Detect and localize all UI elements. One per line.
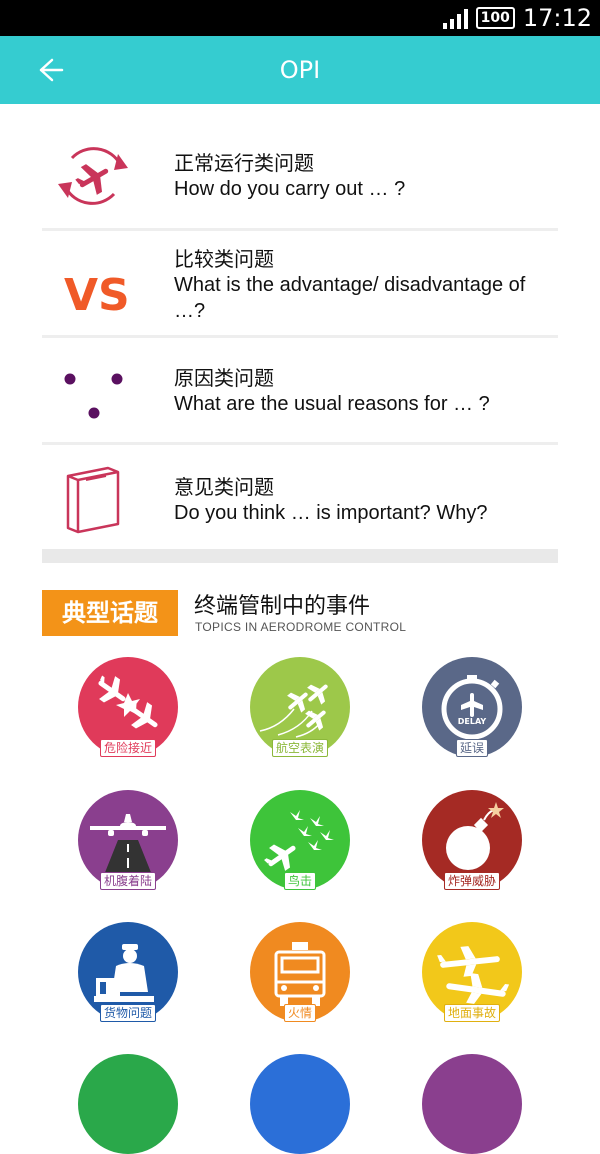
question-text: 比较类问题 What is the advantage/ disadvantag… [174, 246, 558, 324]
svg-text:VS: VS [64, 270, 130, 321]
topic-circle [78, 1054, 178, 1154]
page-title: OPI [279, 56, 321, 84]
question-title-en: How do you carry out … ? [174, 178, 406, 200]
topic-label: 机腹着陆 [99, 872, 157, 890]
topic-label: 鸟击 [283, 872, 317, 890]
question-text: 原因类问题 What are the usual reasons for … ? [174, 365, 558, 417]
topic-next-row-3[interactable] [422, 1054, 522, 1154]
question-title-cn: 意见类问题 [174, 475, 274, 499]
topic-label: 货物问题 [99, 1004, 157, 1022]
question-item-normal-operation[interactable]: 正常运行类问题 How do you carry out … ? [42, 128, 558, 228]
topic-label: 航空表演 [271, 739, 329, 757]
clock: 17:12 [522, 4, 592, 32]
topic-bomb-threat[interactable]: 炸弹威胁 [422, 790, 522, 890]
topic-cargo[interactable]: 货物问题 [78, 922, 178, 1022]
topic-delay[interactable]: DELAY 延误 [422, 657, 522, 757]
topic-label: 火情 [283, 1004, 317, 1022]
delay-text: DELAY [458, 717, 487, 726]
divider [42, 442, 558, 445]
divider [42, 228, 558, 231]
status-icons: 100 17:12 [442, 0, 592, 36]
question-item-opinion[interactable]: 意见类问题 Do you think … is important? Why? [42, 446, 558, 546]
battery-icon: 100 [475, 7, 515, 29]
topics-tag: 典型话题 [42, 590, 178, 636]
topic-near-miss[interactable]: 危险接近 [78, 657, 178, 757]
question-item-reasons[interactable]: 原因类问题 What are the usual reasons for … ? [42, 339, 558, 441]
divider [42, 335, 558, 338]
vs-icon: VS [42, 246, 142, 326]
topic-circle [250, 1054, 350, 1154]
question-title-en: Do you think … is important? Why? [174, 502, 488, 524]
topic-belly-landing[interactable]: 机腹着陆 [78, 790, 178, 890]
topics-subtitle: TOPICS IN AERODROME CONTROL [195, 620, 407, 634]
topic-airshow[interactable]: 航空表演 [250, 657, 350, 757]
ballot-box-icon [42, 458, 142, 538]
section-separator [42, 549, 558, 563]
question-title-en: What are the usual reasons for … ? [174, 393, 490, 415]
topic-label: 炸弹威胁 [443, 872, 501, 890]
status-bar: 100 17:12 [0, 0, 600, 36]
question-title-cn: 原因类问题 [174, 366, 274, 390]
plane-cycle-icon [42, 136, 142, 216]
topic-next-row-1[interactable] [78, 1054, 178, 1154]
question-title-cn: 比较类问题 [174, 247, 274, 271]
topic-label: 延误 [455, 739, 489, 757]
signal-icon [442, 7, 468, 29]
question-title-cn: 正常运行类问题 [174, 151, 314, 175]
dots-icon [42, 347, 142, 427]
topic-bird-strike[interactable]: 鸟击 [250, 790, 350, 890]
topic-label: 危险接近 [99, 739, 157, 757]
question-title-en: What is the advantage/ disadvantage of …… [174, 274, 526, 322]
topic-fire[interactable]: 火情 [250, 922, 350, 1022]
topics-title: 终端管制中的事件 [194, 594, 371, 619]
topic-circle [422, 1054, 522, 1154]
topic-next-row-2[interactable] [250, 1054, 350, 1154]
question-item-comparison[interactable]: VS 比较类问题 What is the advantage/ disadvan… [42, 232, 558, 334]
topic-label: 地面事故 [443, 1004, 501, 1022]
question-text: 意见类问题 Do you think … is important? Why? [174, 474, 558, 526]
topic-ground-incident[interactable]: 地面事故 [422, 922, 522, 1022]
question-text: 正常运行类问题 How do you carry out … ? [174, 150, 558, 202]
app-bar: OPI [0, 36, 600, 104]
